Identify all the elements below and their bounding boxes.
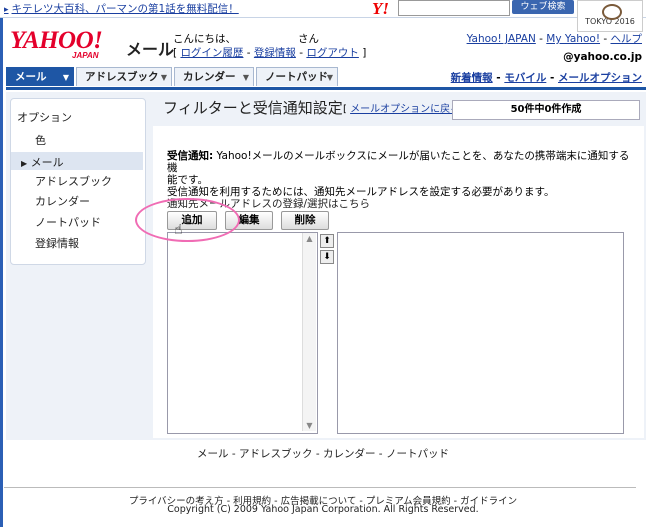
back-to-options-link[interactable]: メールオプションに戻る	[350, 104, 460, 115]
desc-label: 受信通知:	[167, 150, 214, 162]
scroll-down-icon[interactable]: ▼	[303, 420, 316, 431]
login-history-link[interactable]: ログイン履歴	[180, 47, 243, 59]
tab-calendar[interactable]: カレンダー ▼	[174, 67, 254, 86]
desc-line: 能です。	[167, 174, 208, 186]
yahoo-mini-logo[interactable]: Y!	[372, 0, 389, 19]
chevron-down-icon[interactable]: ▼	[63, 68, 69, 87]
arrow-icon: ▸	[4, 5, 9, 15]
highlight-circle	[135, 198, 240, 242]
chevron-down-icon[interactable]: ▼	[243, 68, 249, 87]
filter-list[interactable]	[167, 232, 318, 434]
logout-link[interactable]: ログアウト	[306, 47, 359, 59]
help-link[interactable]: ヘルプ	[611, 33, 643, 45]
greeting-text: こんにちは、	[173, 33, 236, 45]
header-right-links: Yahoo! JAPAN - My Yahoo! - ヘルプ	[466, 33, 643, 45]
filter-detail-panel	[337, 232, 624, 434]
tab-addressbook[interactable]: アドレスブック ▼	[76, 67, 172, 86]
olympic-emblem-icon	[602, 4, 622, 20]
desc-line: Yahoo!メールのメールボックスにメールが届いたことを、あなたの携帯端末に通知…	[167, 150, 630, 174]
tab-label: アドレスブック	[85, 71, 159, 83]
chevron-down-icon[interactable]: ▼	[161, 68, 167, 87]
move-down-button[interactable]: ⬇	[320, 250, 334, 264]
tab-label: ノートパッド	[265, 71, 328, 83]
back-link-wrap: [ メールオプションに戻る ]	[343, 104, 467, 115]
triangle-right-icon: ▶	[21, 159, 28, 168]
sidebar-item-calendar[interactable]: カレンダー	[35, 193, 90, 209]
new-info-link[interactable]: 新着情報	[451, 72, 493, 84]
delete-button[interactable]: 削除	[281, 211, 329, 230]
yahoo-japan-link[interactable]: Yahoo! JAPAN	[467, 33, 536, 45]
sidebar-item-label: メール	[30, 156, 64, 169]
scroll-up-icon[interactable]: ▲	[303, 233, 316, 244]
sidebar-item-registration[interactable]: 登録情報	[35, 235, 79, 251]
sidebar-item-mail[interactable]: ▶ メール	[21, 154, 64, 170]
move-up-button[interactable]: ⬆	[320, 234, 334, 248]
sidebar-item-notepad[interactable]: ノートパッド	[35, 214, 101, 230]
tab-label: メール	[15, 71, 47, 83]
mail-address: @yahoo.co.jp	[563, 51, 642, 63]
page-title: フィルターと受信通知設定	[163, 99, 343, 117]
web-search-button[interactable]: ウェブ検索	[512, 0, 574, 14]
sidebar-item-addressbook[interactable]: アドレスブック	[35, 173, 112, 189]
arrow-up-icon: ⬆	[323, 236, 331, 246]
tab-right-links: 新着情報 - モバイル - メールオプション	[450, 72, 642, 84]
my-yahoo-link[interactable]: My Yahoo!	[546, 33, 600, 45]
tab-mail[interactable]: メール ▼	[6, 67, 74, 86]
filter-list-scrollbar[interactable]: ▲ ▼	[302, 233, 316, 431]
notification-description: 受信通知: Yahoo!メールのメールボックスにメールが届いたことを、あなたの携…	[167, 150, 637, 210]
footer-nav[interactable]: メール - アドレスブック - カレンダー - ノートパッド	[0, 446, 646, 461]
filter-count-badge: 50件中0件作成	[452, 100, 640, 120]
olympic-banner[interactable]: TOKYO 2016	[577, 0, 643, 32]
chevron-down-icon[interactable]: ▼	[327, 68, 333, 87]
hand-cursor-icon: ☝	[174, 222, 183, 238]
web-search-input[interactable]	[398, 0, 510, 16]
account-links: [ ログイン履歴 - 登録情報 - ログアウト ]	[173, 47, 367, 59]
tab-label: カレンダー	[183, 71, 236, 83]
mail-option-link[interactable]: メールオプション	[558, 72, 642, 84]
greeting-san: さん	[298, 33, 319, 45]
mobile-link[interactable]: モバイル	[504, 72, 546, 84]
desc-line: 受信通知を利用するためには、通知先メールアドレスを設定する必要があります。	[167, 186, 555, 198]
options-sidebar: オプション 色 ▶ メール アドレスブック カレンダー ノートパッド 登録情報	[10, 98, 146, 265]
arrow-down-icon: ⬇	[323, 252, 331, 262]
greeting: こんにちは、 さん	[173, 31, 319, 46]
sidebar-item-color[interactable]: 色	[35, 132, 46, 148]
yahoo-logo-sub: JAPAN	[72, 51, 99, 60]
ticker-text[interactable]: キテレツ大百科、パーマンの第1話を無料配信！	[12, 3, 239, 15]
registration-link[interactable]: 登録情報	[254, 47, 296, 59]
service-title: メール	[126, 40, 175, 59]
sidebar-heading: オプション	[17, 111, 72, 124]
tab-notepad[interactable]: ノートパッド ▼	[256, 67, 338, 86]
news-ticker-link[interactable]: ▸ キテレツ大百科、パーマンの第1話を無料配信！	[4, 1, 239, 16]
footer-divider	[4, 487, 636, 488]
copyright: Copyright (C) 2009 Yahoo Japan Corporati…	[167, 504, 479, 515]
